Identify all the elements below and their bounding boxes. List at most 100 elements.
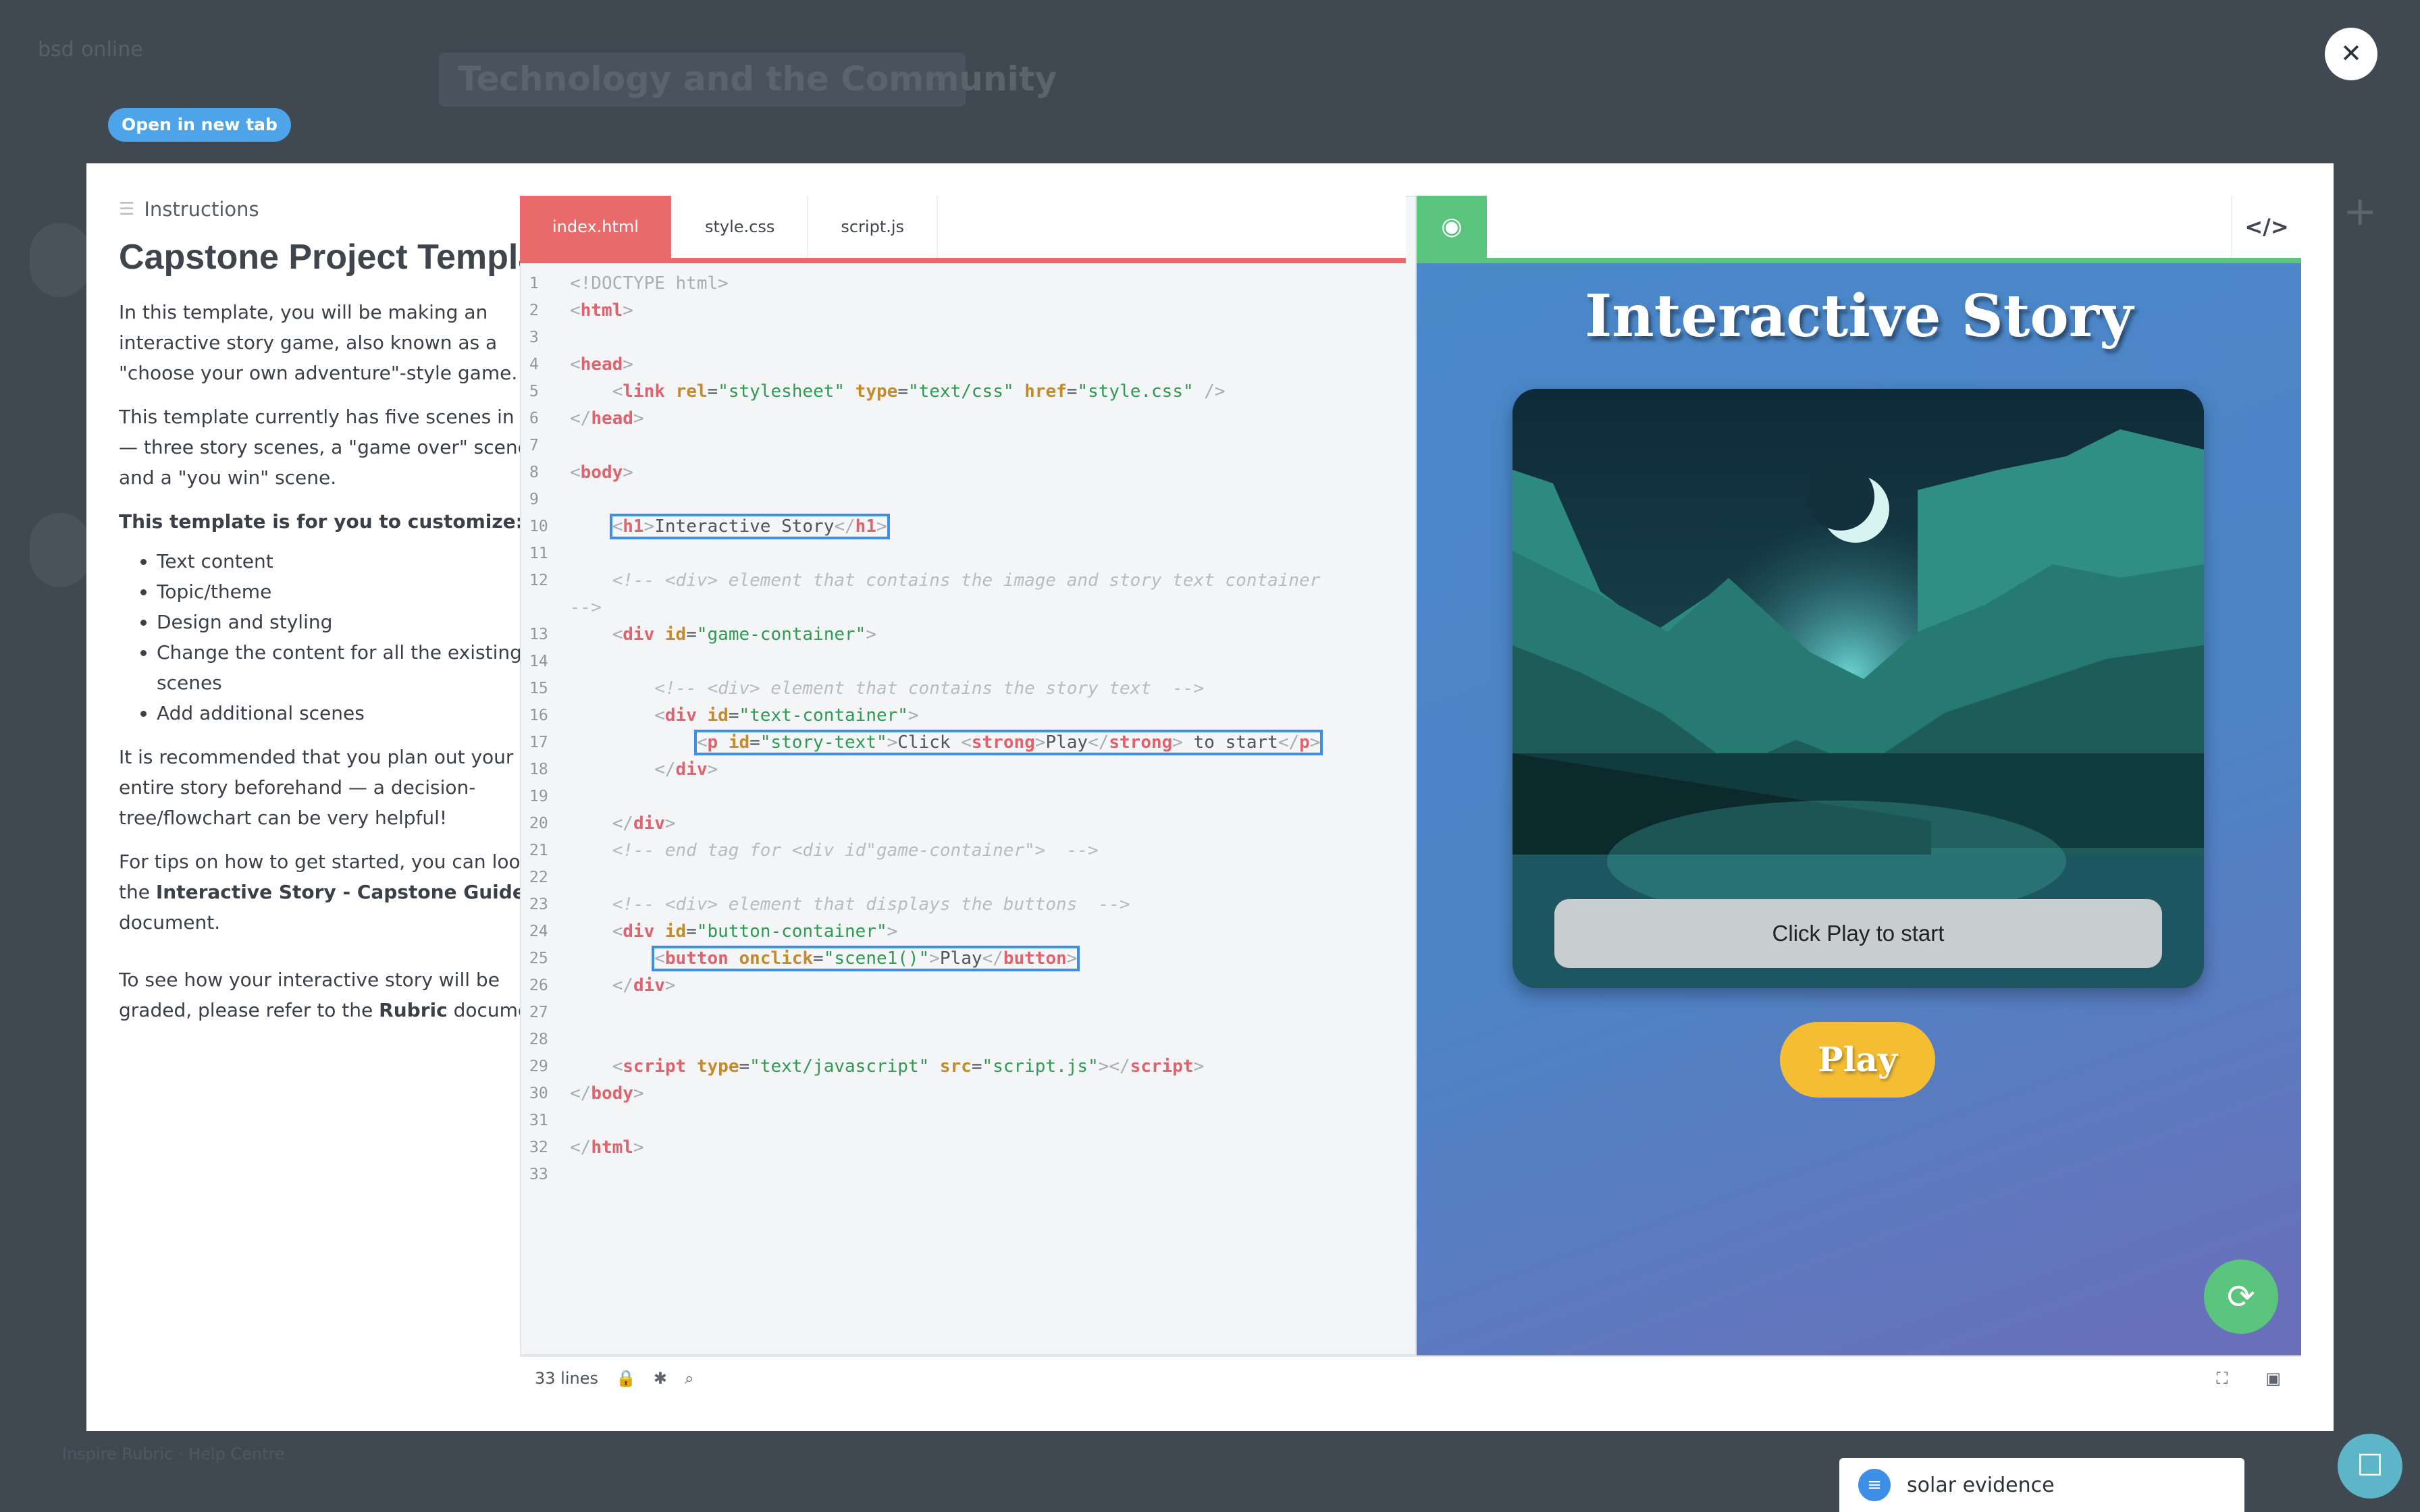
code-line[interactable]: <div id="button-container"> [570, 918, 898, 945]
logo-text: bsd [38, 38, 74, 61]
code-line[interactable]: <script type="text/javascript" src="scri… [570, 1053, 1205, 1080]
list-item: Add additional scenes [157, 698, 571, 728]
line-number: 13 [529, 626, 548, 643]
line-number: 28 [529, 1031, 548, 1048]
tab-script-js[interactable]: script.js [808, 196, 939, 258]
search-icon[interactable]: ⌕ [685, 1369, 693, 1388]
line-number: 6 [529, 410, 539, 427]
logo-suffix: online [81, 38, 143, 61]
line-number: 12 [529, 572, 548, 589]
instructions-paragraph: In this template, you will be making an … [119, 301, 518, 384]
code-line[interactable]: <!DOCTYPE html> [570, 270, 729, 297]
line-number: 11 [529, 545, 548, 562]
code-line[interactable]: <html> [570, 297, 633, 324]
line-number: 33 [529, 1166, 548, 1183]
code-line[interactable]: <!-- end tag for <div id"game-container"… [570, 837, 1099, 864]
line-number: 16 [529, 707, 548, 724]
line-number: 14 [529, 653, 548, 670]
background-page-title: Technology and the Community [439, 53, 1057, 107]
code-line[interactable]: <button onclick="scene1()">Play</button> [570, 945, 1080, 972]
code-line[interactable]: <head> [570, 351, 633, 378]
instructions-paragraph: This template currently has five scenes … [119, 406, 564, 489]
tab-style-css[interactable]: style.css [673, 196, 809, 258]
editor-tabs: index.html style.css script.js [520, 196, 1406, 263]
list-item: Change the content for all the existing … [157, 637, 571, 698]
line-number: 2 [529, 302, 539, 319]
message-icon: ≡ [1858, 1469, 1891, 1501]
rubric-link[interactable]: Rubric [379, 999, 448, 1021]
refresh-icon[interactable]: ⟳ [2204, 1260, 2278, 1334]
line-number: 25 [529, 950, 548, 967]
help-chat-icon[interactable]: ☐ [2338, 1434, 2402, 1498]
code-line[interactable]: </div> [570, 972, 676, 999]
scene-image [1512, 389, 2204, 988]
preview-heading: Interactive Story [1584, 282, 2134, 350]
line-number: 19 [529, 788, 548, 805]
code-line[interactable]: <!-- <div> element that contains the ima… [570, 567, 1321, 594]
lock-icon[interactable]: 🔒 [616, 1369, 636, 1388]
instructions-list: Text content Topic/theme Design and styl… [119, 546, 571, 728]
instructions-paragraph: This template is for you to customize: [119, 506, 571, 537]
guide-link[interactable]: Interactive Story - Capstone Guide [156, 881, 525, 903]
line-number: 30 [529, 1085, 548, 1102]
sliders-icon: ☰ [119, 199, 135, 219]
instructions-header: ☰ Instructions [119, 196, 571, 223]
line-number: 23 [529, 896, 548, 913]
line-number: 4 [529, 356, 539, 373]
line-number: 20 [529, 815, 548, 832]
list-item: Topic/theme [157, 576, 571, 607]
instructions-label: Instructions [144, 198, 259, 221]
line-number: 18 [529, 761, 548, 778]
story-text: Click Play to start [1554, 899, 2162, 968]
line-number: 26 [529, 977, 548, 994]
instructions-paragraph: It is recommended that you plan out your… [119, 746, 514, 829]
code-line[interactable]: <link rel="stylesheet" type="text/css" h… [570, 378, 1226, 405]
close-icon[interactable]: ✕ [2325, 28, 2377, 80]
code-line[interactable]: <div id="text-container"> [570, 702, 918, 729]
chat-widget[interactable]: ≡ solar evidence [1839, 1458, 2244, 1512]
line-number: 31 [529, 1112, 548, 1129]
line-number: 3 [529, 329, 539, 346]
code-line[interactable]: <body> [570, 459, 633, 486]
chat-label: solar evidence [1907, 1473, 2055, 1497]
tab-index-html[interactable]: index.html [520, 196, 673, 258]
code-line[interactable]: <!-- <div> element that displays the but… [570, 891, 1130, 918]
instructions-paragraph: For tips on how to get started, you can … [119, 846, 571, 938]
play-button[interactable]: Play [1780, 1022, 1935, 1098]
instructions-bold: This template is for you to customize: [119, 510, 523, 533]
list-item: Design and styling [157, 607, 571, 637]
layout-icon[interactable]: ▣ [2265, 1369, 2281, 1388]
line-number: 1 [529, 275, 539, 292]
code-line[interactable]: </html> [570, 1134, 644, 1161]
line-number: 29 [529, 1058, 548, 1075]
code-line[interactable]: <!-- <div> element that contains the sto… [570, 675, 1204, 702]
line-number: 17 [529, 734, 548, 751]
line-number: 24 [529, 923, 548, 940]
bug-icon[interactable]: ✱ [654, 1369, 667, 1388]
instructions-panel: ☰ Instructions Capstone Project Template… [119, 196, 571, 1025]
code-line[interactable]: </head> [570, 405, 644, 432]
line-number: 8 [529, 464, 539, 481]
background-footer: Inspire Rubric · Help Centre [62, 1444, 285, 1463]
code-icon[interactable]: </> [2231, 196, 2301, 258]
code-line[interactable]: <div id="game-container"> [570, 621, 876, 648]
code-line[interactable]: <h1>Interactive Story</h1> [570, 513, 890, 540]
code-line[interactable]: </body> [570, 1080, 644, 1107]
text: document. [119, 911, 221, 934]
line-number: 7 [529, 437, 539, 454]
eye-icon[interactable]: ◉ [1417, 196, 1487, 258]
code-line[interactable]: <p id="story-text">Click <strong>Play</s… [570, 729, 1323, 756]
code-line-wrap[interactable]: --> [570, 594, 602, 621]
plus-icon: + [2343, 188, 2377, 235]
preview-toolbar: ◉ </> [1417, 196, 2301, 263]
fullscreen-icon[interactable]: ⛶ [2217, 1369, 2228, 1388]
line-number: 9 [529, 491, 539, 508]
open-new-tab-button[interactable]: Open in new tab [108, 108, 291, 142]
editor-status-bar: 33 lines 🔒 ✱ ⌕ ⛶ ▣ [520, 1355, 2301, 1400]
code-line[interactable]: </div> [570, 810, 676, 837]
line-number: 21 [529, 842, 548, 859]
instructions-paragraph: To see how your interactive story will b… [119, 965, 571, 1025]
line-count: 33 lines [535, 1369, 598, 1388]
avatar [30, 513, 90, 587]
code-line[interactable]: </div> [570, 756, 718, 783]
